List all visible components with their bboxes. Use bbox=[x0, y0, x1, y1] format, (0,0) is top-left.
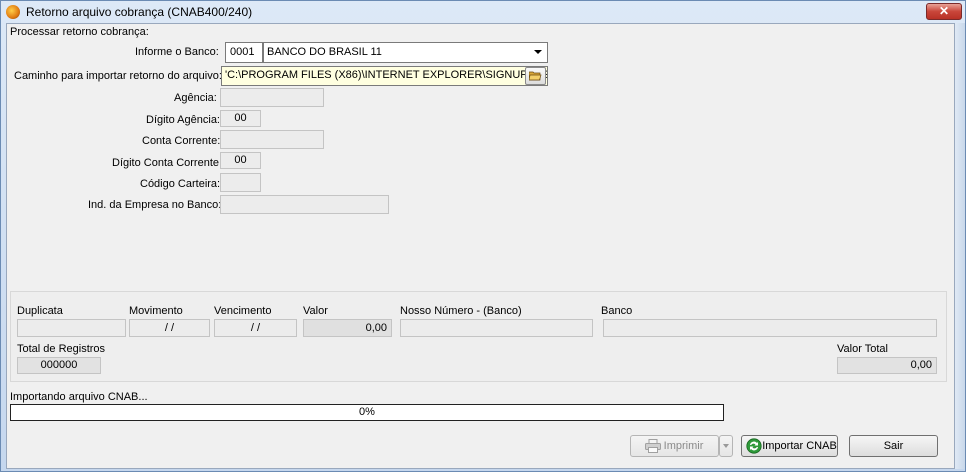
movimento-field[interactable]: / / bbox=[129, 319, 210, 337]
caminho-label: Caminho para importar retorno do arquivo… bbox=[14, 70, 222, 82]
progress-bar: 0% bbox=[10, 404, 724, 421]
printer-icon bbox=[645, 439, 661, 453]
total-registros-value: 000000 bbox=[40, 359, 78, 371]
banco-select[interactable]: BANCO DO BRASIL 11 bbox=[263, 42, 548, 63]
ind-empresa-label: Ind. da Empresa no Banco: bbox=[88, 199, 222, 211]
main-window: Retorno arquivo cobrança (CNAB400/240) ✕… bbox=[0, 0, 966, 472]
carteira-label: Código Carteira: bbox=[140, 178, 221, 190]
digito-conta-label: Dígito Conta Corrente: bbox=[112, 157, 223, 169]
vencimento-field[interactable]: / / bbox=[214, 319, 297, 337]
title-bar[interactable]: Retorno arquivo cobrança (CNAB400/240) ✕ bbox=[1, 1, 965, 23]
agencia-field[interactable] bbox=[220, 88, 324, 107]
imprimir-button[interactable]: Imprimir bbox=[630, 435, 719, 457]
detail-panel: Duplicata Movimento / / Vencimento / / V… bbox=[10, 291, 947, 382]
carteira-field[interactable] bbox=[220, 173, 261, 192]
conta-label: Conta Corrente: bbox=[142, 135, 221, 147]
agencia-label: Agência: bbox=[174, 92, 217, 104]
total-registros-label: Total de Registros bbox=[17, 343, 106, 355]
app-icon bbox=[6, 5, 20, 19]
digito-conta-value: 00 bbox=[234, 154, 247, 166]
valor-total-label: Valor Total bbox=[837, 343, 888, 355]
valor-field[interactable]: 0,00 bbox=[303, 319, 392, 337]
valor-total-field[interactable]: 0,00 bbox=[837, 357, 937, 374]
browse-folder-button[interactable] bbox=[525, 67, 546, 85]
total-registros-field[interactable]: 000000 bbox=[17, 357, 101, 374]
folder-open-icon bbox=[529, 71, 542, 81]
chevron-down-icon bbox=[723, 444, 729, 448]
close-button[interactable]: ✕ bbox=[926, 3, 962, 20]
importar-cnab-button[interactable]: Importar CNAB bbox=[741, 435, 838, 457]
banco-detail-label: Banco bbox=[601, 305, 633, 317]
movimento-label: Movimento bbox=[129, 305, 183, 317]
banco-label: Informe o Banco: bbox=[135, 46, 219, 58]
vencimento-value: / / bbox=[250, 322, 261, 334]
digito-agencia-field[interactable]: 00 bbox=[220, 110, 261, 127]
chevron-down-icon[interactable] bbox=[534, 50, 542, 54]
ind-empresa-field[interactable] bbox=[220, 195, 389, 214]
caminho-input[interactable]: 'C:\PROGRAM FILES (X86)\INTERNET EXPLORE… bbox=[221, 66, 548, 86]
progress-caption: Importando arquivo CNAB... bbox=[10, 391, 148, 403]
conta-field[interactable] bbox=[220, 130, 324, 149]
refresh-icon bbox=[746, 438, 762, 454]
progress-text: 0% bbox=[359, 406, 375, 418]
vencimento-label: Vencimento bbox=[214, 305, 272, 317]
nosso-numero-label: Nosso Número - (Banco) bbox=[400, 305, 522, 317]
valor-value: 0,00 bbox=[365, 322, 387, 334]
digito-agencia-value: 00 bbox=[234, 112, 247, 124]
sair-label: Sair bbox=[883, 440, 904, 452]
valor-total-value: 0,00 bbox=[910, 359, 932, 371]
banco-detail-field[interactable] bbox=[603, 319, 937, 337]
digito-conta-field[interactable]: 00 bbox=[220, 152, 261, 169]
sair-button[interactable]: Sair bbox=[849, 435, 938, 457]
nosso-numero-field[interactable] bbox=[400, 319, 593, 337]
window-title: Retorno arquivo cobrança (CNAB400/240) bbox=[26, 5, 253, 19]
right-scroll-edge bbox=[955, 23, 965, 469]
banco-code-value: 0001 bbox=[230, 46, 255, 58]
banco-name-value: BANCO DO BRASIL 11 bbox=[267, 46, 382, 58]
client-area: Processar retorno cobrança: Informe o Ba… bbox=[6, 23, 955, 469]
banco-code-field[interactable]: 0001 bbox=[225, 42, 263, 63]
duplicata-label: Duplicata bbox=[17, 305, 63, 317]
digito-agencia-label: Dígito Agência: bbox=[146, 114, 220, 126]
movimento-value: / / bbox=[164, 322, 175, 334]
group-title: Processar retorno cobrança: bbox=[10, 26, 149, 38]
imprimir-dropdown-button[interactable] bbox=[719, 435, 733, 457]
caminho-value: 'C:\PROGRAM FILES (X86)\INTERNET EXPLORE… bbox=[225, 69, 548, 81]
valor-label: Valor bbox=[303, 305, 328, 317]
duplicata-field[interactable] bbox=[17, 319, 126, 337]
close-icon: ✕ bbox=[938, 4, 950, 18]
